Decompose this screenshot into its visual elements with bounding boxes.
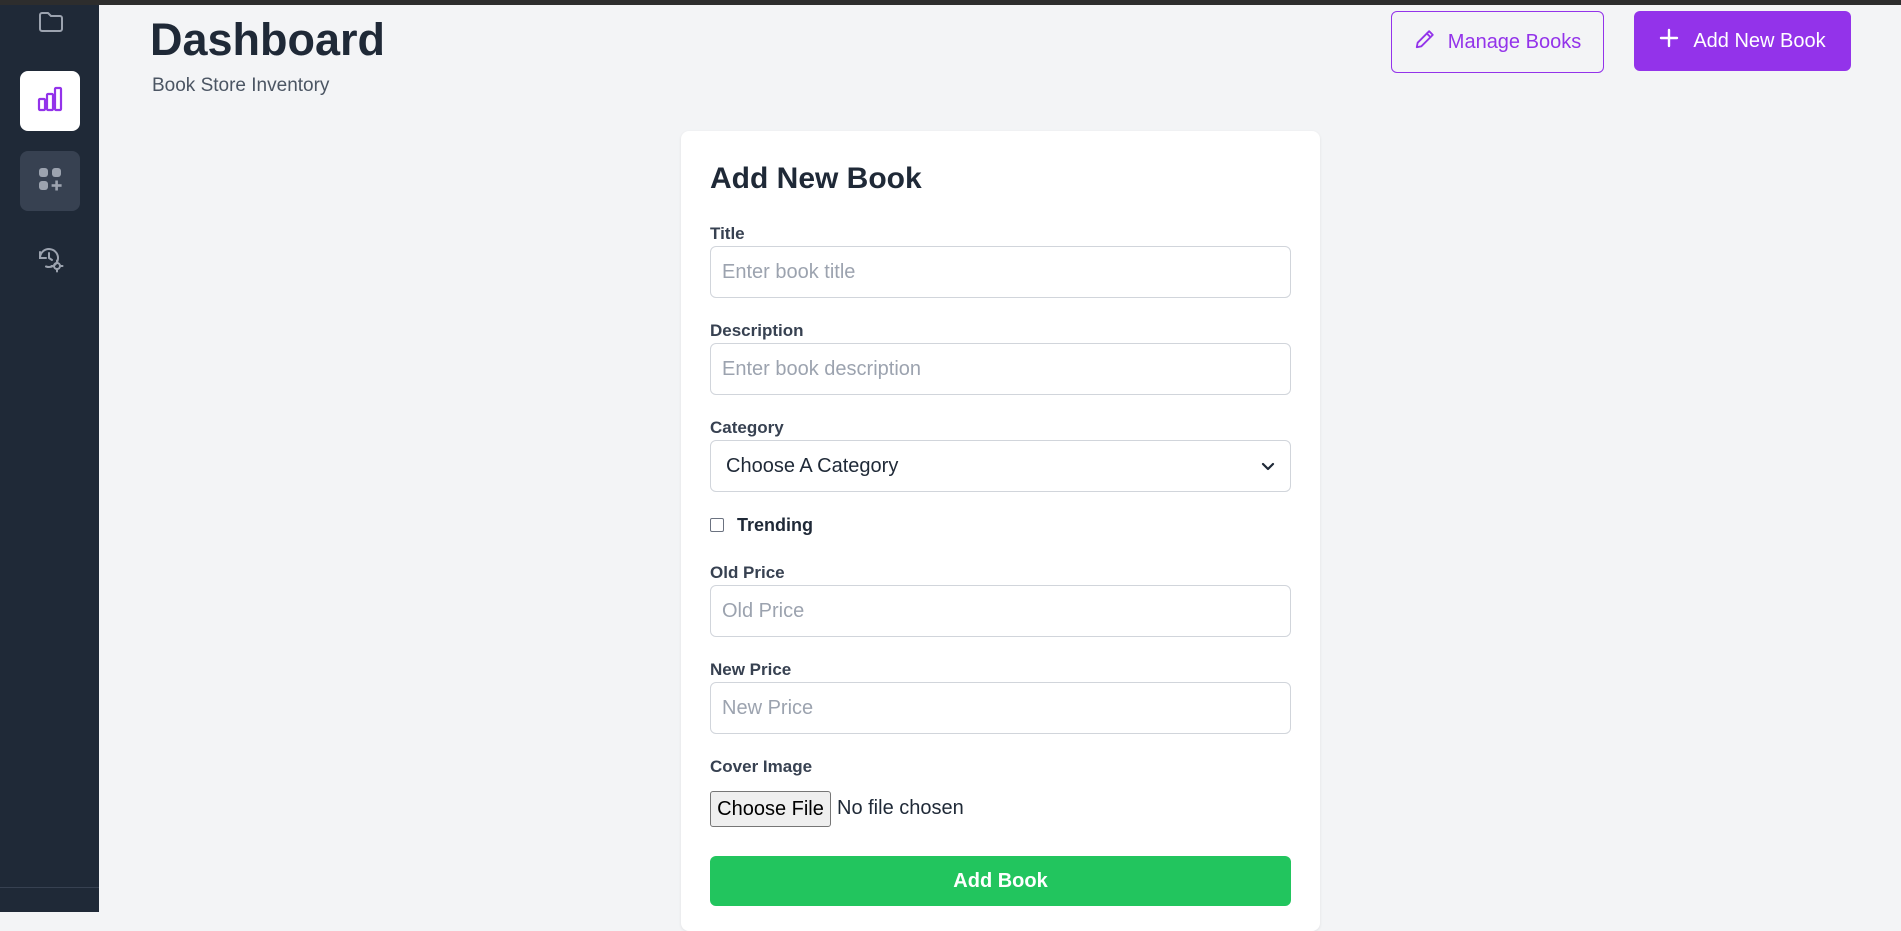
new-price-input[interactable] [710,682,1291,734]
pencil-icon [1414,28,1436,56]
sidebar-divider [0,887,99,888]
add-new-book-button[interactable]: Add New Book [1634,11,1851,71]
category-label: Category [710,418,784,437]
description-label: Description [710,321,804,340]
cover-image-label: Cover Image [710,757,813,776]
window-top-bar [0,0,1901,5]
title-input[interactable] [710,246,1291,298]
add-book-form: Add New Book Title Description Category … [681,131,1320,931]
sidebar-item-settings[interactable] [20,231,80,291]
description-input[interactable] [710,343,1291,395]
file-status: No file chosen [837,797,964,819]
page-subtitle: Book Store Inventory [152,75,330,96]
form-title: Add New Book [710,162,922,195]
category-select[interactable]: Choose A Category [710,440,1291,492]
manage-books-button[interactable]: Manage Books [1391,11,1604,73]
manage-books-label: Manage Books [1447,30,1582,53]
sidebar-item-add-book[interactable] [20,151,80,211]
folder-icon[interactable] [37,10,65,34]
sidebar-item-dashboard[interactable] [20,71,80,131]
chevron-down-icon [1261,455,1275,478]
add-category-icon [37,166,63,197]
add-book-submit-button[interactable]: Add Book [710,856,1291,906]
bar-chart-icon [37,86,63,117]
choose-file-button[interactable]: Choose File [710,791,831,827]
trending-checkbox[interactable] [710,518,724,532]
sidebar [0,5,99,912]
history-settings-icon [36,245,64,278]
page-title: Dashboard [150,14,386,65]
trending-label[interactable]: Trending [737,515,813,536]
new-price-label: New Price [710,660,792,679]
title-label: Title [710,224,745,243]
category-selected-value: Choose A Category [726,454,899,477]
old-price-label: Old Price [710,563,785,582]
old-price-input[interactable] [710,585,1291,637]
plus-icon [1659,28,1679,54]
add-new-book-label: Add New Book [1693,29,1826,52]
